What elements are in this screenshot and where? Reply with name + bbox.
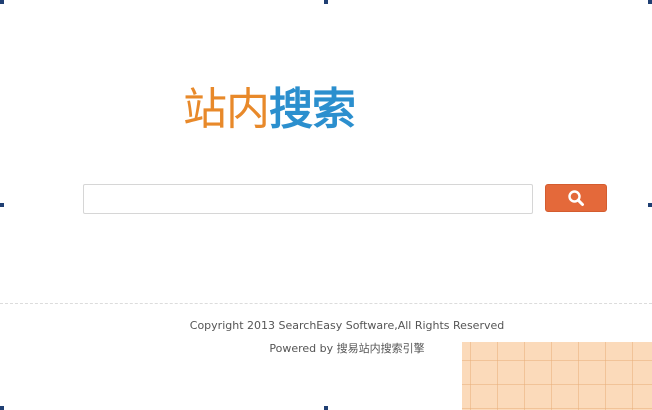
corner-marker xyxy=(0,0,4,4)
corner-marker xyxy=(324,0,328,4)
site-logo: 站内搜索 xyxy=(183,84,356,136)
corner-marker xyxy=(648,203,652,207)
copyright-text: Copyright 2013 SearchEasy Software,All R… xyxy=(189,319,505,332)
corner-marker xyxy=(648,0,652,4)
grid-overlay xyxy=(462,342,652,410)
search-button[interactable] xyxy=(545,184,607,212)
search-input[interactable] xyxy=(83,184,533,214)
logo-text-part1: 站内 xyxy=(183,84,270,135)
footer-divider xyxy=(0,303,652,304)
corner-marker xyxy=(0,406,4,410)
corner-marker xyxy=(324,406,328,410)
logo-text-part2: 搜索 xyxy=(269,84,356,135)
search-icon xyxy=(568,190,584,206)
corner-marker xyxy=(0,203,4,207)
